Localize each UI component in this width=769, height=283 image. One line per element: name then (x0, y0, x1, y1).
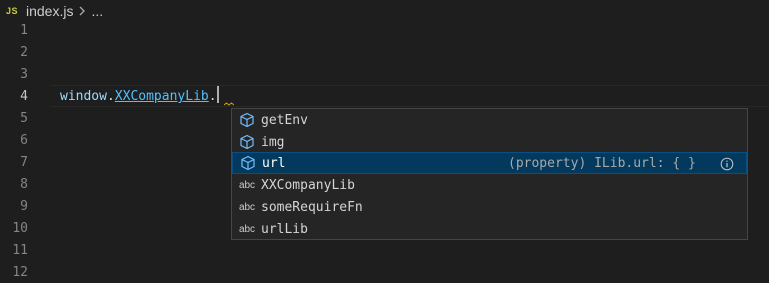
line-number: 6 (20, 133, 28, 148)
code-editor[interactable]: JS index.js ... 1 2 3 4 5 6 7 8 9 10 11 … (0, 0, 769, 283)
text-word-icon: abc (238, 201, 256, 213)
line-number: 7 (20, 155, 28, 170)
suggestion-item-xxcompanylib[interactable]: abc XXCompanyLib (232, 174, 747, 196)
line-number: 11 (12, 243, 28, 258)
suggestion-label: XXCompanyLib (261, 177, 355, 193)
code-token-xxcompanylib: XXCompanyLib (114, 89, 209, 104)
line-number: 10 (12, 221, 28, 236)
line-number: 1 (20, 23, 28, 38)
code-token-dot: . (208, 89, 217, 104)
cube-icon (238, 155, 258, 171)
code-token-dot: . (106, 89, 115, 104)
line-number: 9 (20, 199, 28, 214)
suggestion-label: getEnv (261, 112, 308, 128)
cube-icon (237, 112, 257, 128)
info-icon[interactable] (720, 156, 734, 175)
suggestion-label: img (261, 134, 285, 150)
text-word-icon: abc (238, 179, 256, 191)
line-number: 2 (20, 45, 28, 60)
suggestion-item-img[interactable]: img (232, 131, 747, 153)
cube-icon (237, 134, 257, 150)
javascript-file-icon: JS (6, 6, 19, 16)
suggestion-item-urllib[interactable]: abc urlLib (232, 218, 747, 240)
line-number: 3 (20, 67, 28, 82)
suggestion-label: urlLib (261, 221, 308, 237)
breadcrumb-ellipsis[interactable]: ... (91, 3, 103, 19)
suggestion-detail: (property) ILib.url: { } (508, 155, 696, 171)
line-number-active: 4 (20, 89, 28, 104)
suggestion-item-somerequirefn[interactable]: abc someRequireFn (232, 196, 747, 218)
code-line-4[interactable]: window.XXCompanyLib. (60, 86, 219, 108)
breadcrumb-file[interactable]: index.js (26, 3, 73, 19)
text-cursor (216, 86, 219, 103)
text-word-icon: abc (238, 223, 256, 235)
code-token-window: window (60, 89, 107, 104)
warning-squiggle-icon (224, 102, 234, 106)
suggestion-label: someRequireFn (261, 199, 363, 215)
suggestion-label: url (262, 155, 286, 171)
breadcrumb: JS index.js ... (0, 0, 769, 22)
line-number: 5 (20, 111, 28, 126)
chevron-right-icon (77, 5, 87, 17)
line-number: 8 (20, 177, 28, 192)
line-number: 12 (12, 265, 28, 280)
suggest-widget[interactable]: getEnv img url (property) ILib.url: { } … (231, 108, 748, 240)
suggestion-item-url[interactable]: url (property) ILib.url: { } (232, 152, 747, 174)
suggestion-item-getenv[interactable]: getEnv (232, 109, 747, 131)
